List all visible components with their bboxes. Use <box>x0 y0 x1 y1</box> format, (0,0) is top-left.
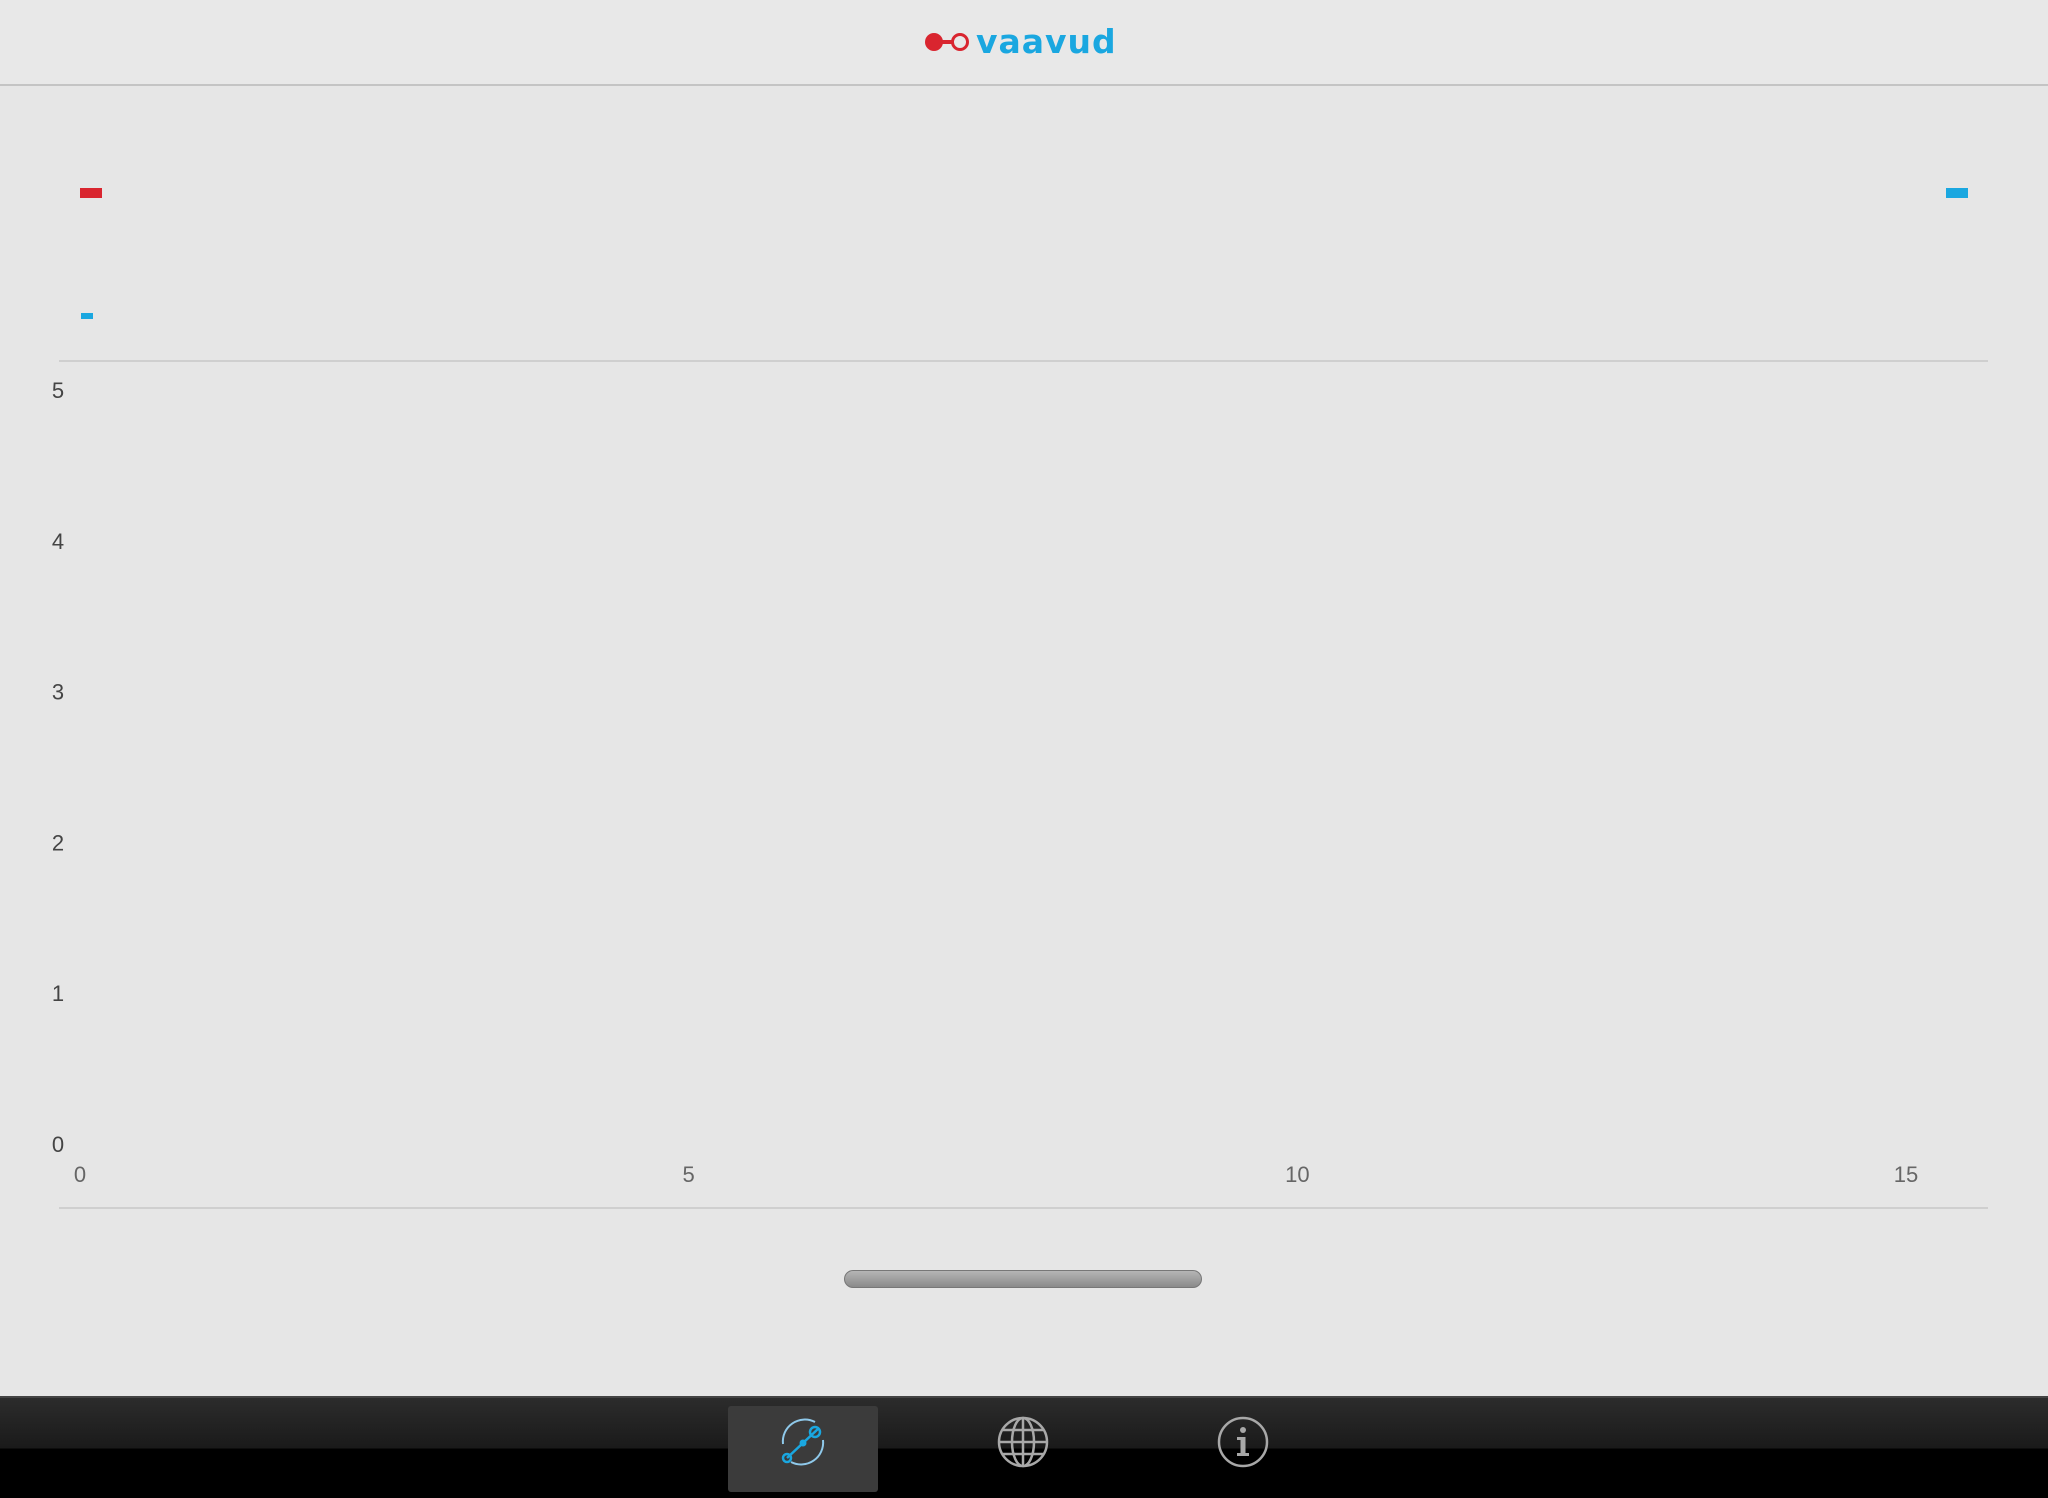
y-tick-label: 2 <box>52 830 64 855</box>
tab-measure[interactable] <box>728 1406 878 1492</box>
chart-scroll-handle[interactable] <box>844 1270 1202 1288</box>
y-tick-label: 5 <box>52 378 64 403</box>
chart-bottom-divider <box>59 1207 1988 1209</box>
tab-bar <box>0 1396 2048 1498</box>
y-tick-label: 4 <box>52 529 64 554</box>
x-tick-label: 10 <box>1285 1162 1309 1187</box>
wind-speed-chart: 0 1 2 3 4 5 0 5 10 15 <box>52 378 1918 1187</box>
x-tick-label: 15 <box>1894 1162 1918 1187</box>
tab-map[interactable] <box>948 1406 1098 1492</box>
globe-icon <box>997 1416 1049 1468</box>
tab-info[interactable] <box>1168 1406 1318 1492</box>
anemometer-icon <box>781 1418 825 1466</box>
y-tick-label: 1 <box>52 981 64 1006</box>
x-tick-label: 0 <box>74 1162 86 1187</box>
y-tick-label: 3 <box>52 680 64 705</box>
y-tick-label: 0 <box>52 1132 64 1157</box>
x-tick-label: 5 <box>683 1162 695 1187</box>
info-icon <box>1217 1416 1269 1468</box>
